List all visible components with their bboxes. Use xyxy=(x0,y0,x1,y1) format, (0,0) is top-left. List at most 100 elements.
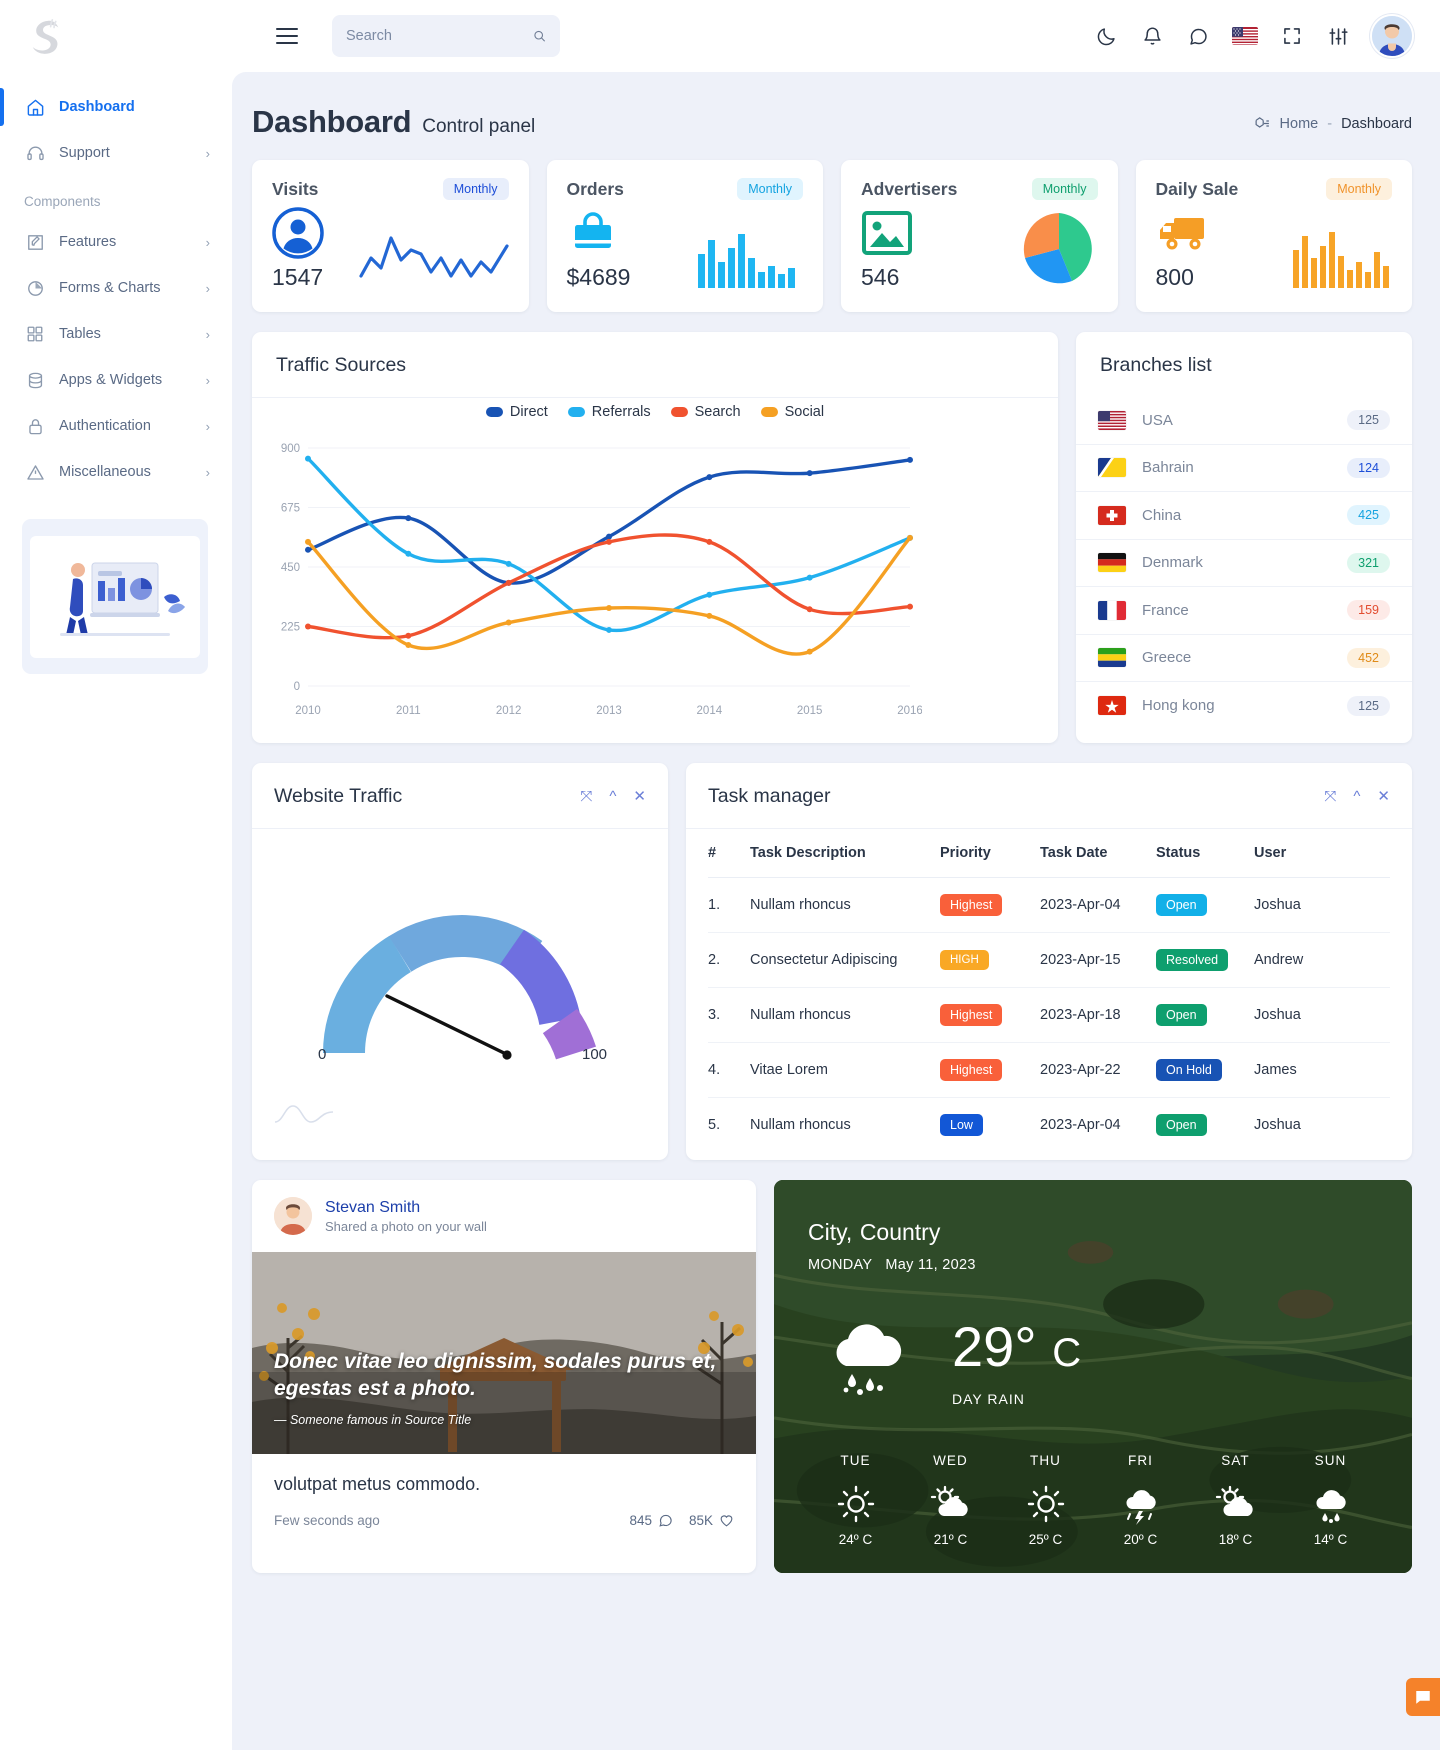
search-input[interactable] xyxy=(346,28,533,44)
heart-icon xyxy=(720,1515,733,1527)
stat-left: $4689 xyxy=(567,206,631,291)
legend-item-referrals[interactable]: Referrals xyxy=(567,404,651,420)
branch-row[interactable]: USA 125 xyxy=(1076,397,1412,445)
svg-text:0: 0 xyxy=(294,681,300,693)
card-title: Traffic Sources xyxy=(252,332,1058,398)
stat-title: Daily Sale xyxy=(1155,178,1239,199)
weather-day: MONDAY xyxy=(808,1257,873,1273)
flag-china-icon xyxy=(1098,505,1126,525)
weather-content: City, Country MONDAY May 11, 2023 29° C … xyxy=(774,1180,1412,1573)
legend-item-social[interactable]: Social xyxy=(760,404,824,420)
stat-card-daily-sale: Daily Sale Monthly 800 xyxy=(1135,160,1412,312)
branch-row[interactable]: Greece 452 xyxy=(1076,635,1412,682)
brand[interactable] xyxy=(0,0,232,72)
table-row[interactable]: 2. Consectetur Adipiscing HIGH 2023-Apr-… xyxy=(708,932,1390,988)
stat-title: Orders xyxy=(566,178,624,199)
stat-period-pill[interactable]: Monthly xyxy=(442,178,509,200)
collapse-icon[interactable]: ^ xyxy=(609,789,616,804)
weather-temp-value: 29° xyxy=(952,1315,1037,1378)
sidebar-item-forms-charts[interactable]: Forms & Charts › xyxy=(0,265,232,311)
flag-france-icon xyxy=(1098,600,1126,620)
post-comments[interactable]: 845 xyxy=(629,1513,673,1528)
stat-period-pill[interactable]: Monthly xyxy=(737,178,803,200)
chevron-right-icon: › xyxy=(205,280,210,296)
branch-row[interactable]: Denmark 321 xyxy=(1076,540,1412,587)
sidebar-item-support[interactable]: Support › xyxy=(0,130,232,176)
home-breadcrumb-icon xyxy=(1255,117,1269,128)
svg-text:2013: 2013 xyxy=(596,705,622,717)
chevron-right-icon: › xyxy=(205,234,210,250)
legend-item-direct[interactable]: Direct xyxy=(485,404,548,420)
chevron-right-icon: › xyxy=(205,326,210,342)
task-user: James xyxy=(1254,1042,1390,1098)
task-index: 2. xyxy=(708,932,750,988)
row-post-weather: Stevan Smith Shared a photo on your wall xyxy=(252,1180,1412,1597)
chat-icon[interactable] xyxy=(1186,24,1210,48)
sidebar-item-apps-widgets[interactable]: Apps & Widgets › xyxy=(0,357,232,403)
settings-sliders-icon[interactable] xyxy=(1326,24,1350,48)
table-row[interactable]: 1. Nullam rhoncus Highest 2023-Apr-04 Op… xyxy=(708,877,1390,933)
branch-row[interactable]: China 425 xyxy=(1076,492,1412,540)
headset-icon xyxy=(24,144,46,163)
sidebar-item-label: Apps & Widgets xyxy=(59,372,163,388)
sidebar-item-dashboard[interactable]: Dashboard xyxy=(0,84,232,130)
flag-us-icon[interactable] xyxy=(1232,27,1258,45)
priority-badge: Highest xyxy=(940,894,1003,916)
flag-greece-icon xyxy=(1098,648,1126,668)
close-icon[interactable]: ✕ xyxy=(1377,789,1390,804)
hamburger-icon[interactable] xyxy=(276,28,298,44)
table-row[interactable]: 5. Nullam rhoncus Low 2023-Apr-04 Open J… xyxy=(708,1098,1390,1153)
forecast-day-name: WED xyxy=(933,1453,968,1468)
stat-period-pill[interactable]: Monthly xyxy=(1031,178,1098,200)
post-author[interactable]: Stevan Smith xyxy=(325,1199,487,1217)
branch-row[interactable]: France 159 xyxy=(1076,587,1412,635)
sidebar-item-label: Dashboard xyxy=(59,99,135,115)
branch-count-badge: 452 xyxy=(1347,647,1390,668)
sidebar-promo[interactable] xyxy=(22,519,208,674)
sidebar-item-features[interactable]: Features › xyxy=(0,219,232,265)
legend-item-search[interactable]: Search xyxy=(670,404,741,420)
svg-text:2011: 2011 xyxy=(396,705,421,717)
table-row[interactable]: 4. Vitae Lorem Highest 2023-Apr-22 On Ho… xyxy=(708,1042,1390,1098)
sidebar-item-miscellaneous[interactable]: Miscellaneous › xyxy=(0,449,232,495)
stat-card-advertisers: Advertisers Monthly 546 xyxy=(841,160,1118,312)
branch-row[interactable]: Bahrain 124 xyxy=(1076,445,1412,492)
svg-text:225: 225 xyxy=(281,622,300,634)
svg-text:2010: 2010 xyxy=(295,705,321,717)
bell-icon[interactable] xyxy=(1140,24,1164,48)
expand-icon[interactable]: ⤧ xyxy=(580,789,592,804)
moon-icon[interactable] xyxy=(1094,24,1118,48)
collapse-icon[interactable]: ^ xyxy=(1353,789,1360,804)
breadcrumb-home[interactable]: Home xyxy=(1280,116,1319,132)
legend-swatch xyxy=(760,407,778,417)
expand-icon[interactable]: ⤧ xyxy=(1324,789,1336,804)
traffic-gauge: 0 100 xyxy=(318,915,607,1063)
search-box[interactable] xyxy=(332,15,560,57)
branch-row[interactable]: Hong kong 125 xyxy=(1076,682,1412,730)
chart-legend: Direct Referrals Search Social xyxy=(252,398,1058,432)
close-icon[interactable]: ✕ xyxy=(633,789,646,804)
legend-label: Referrals xyxy=(591,404,651,420)
breadcrumb-separator: - xyxy=(1327,115,1333,132)
stat-period-pill[interactable]: Monthly xyxy=(1326,178,1392,200)
table-row[interactable]: 3. Nullam rhoncus Highest 2023-Apr-18 Op… xyxy=(708,987,1390,1043)
sidebar-item-tables[interactable]: Tables › xyxy=(0,311,232,357)
status-badge: Resolved xyxy=(1156,949,1229,971)
shopping-bag-icon xyxy=(567,206,631,260)
warning-triangle-icon xyxy=(24,463,46,482)
task-priority: Highest xyxy=(940,877,1040,933)
branch-country: Hong kong xyxy=(1142,697,1215,715)
weather-temp-block: 29° C DAY RAIN xyxy=(952,1319,1081,1408)
grid-icon xyxy=(24,325,46,343)
fullscreen-icon[interactable] xyxy=(1280,24,1304,48)
sidebar-item-authentication[interactable]: Authentication › xyxy=(0,403,232,449)
user-circle-icon xyxy=(272,206,324,260)
forecast-day-temp: 24º C xyxy=(838,1532,873,1547)
avatar[interactable] xyxy=(1372,16,1412,56)
post-likes[interactable]: 85K xyxy=(689,1513,734,1528)
post-title: volutpat metus commodo. xyxy=(274,1474,481,1494)
chat-bubble-icon[interactable] xyxy=(1406,1678,1440,1716)
flag-bahrain-icon xyxy=(1098,458,1126,478)
sidebar-item-label: Features xyxy=(59,234,117,250)
page-header: Dashboard Control panel Home - Dashboard xyxy=(252,98,1412,160)
